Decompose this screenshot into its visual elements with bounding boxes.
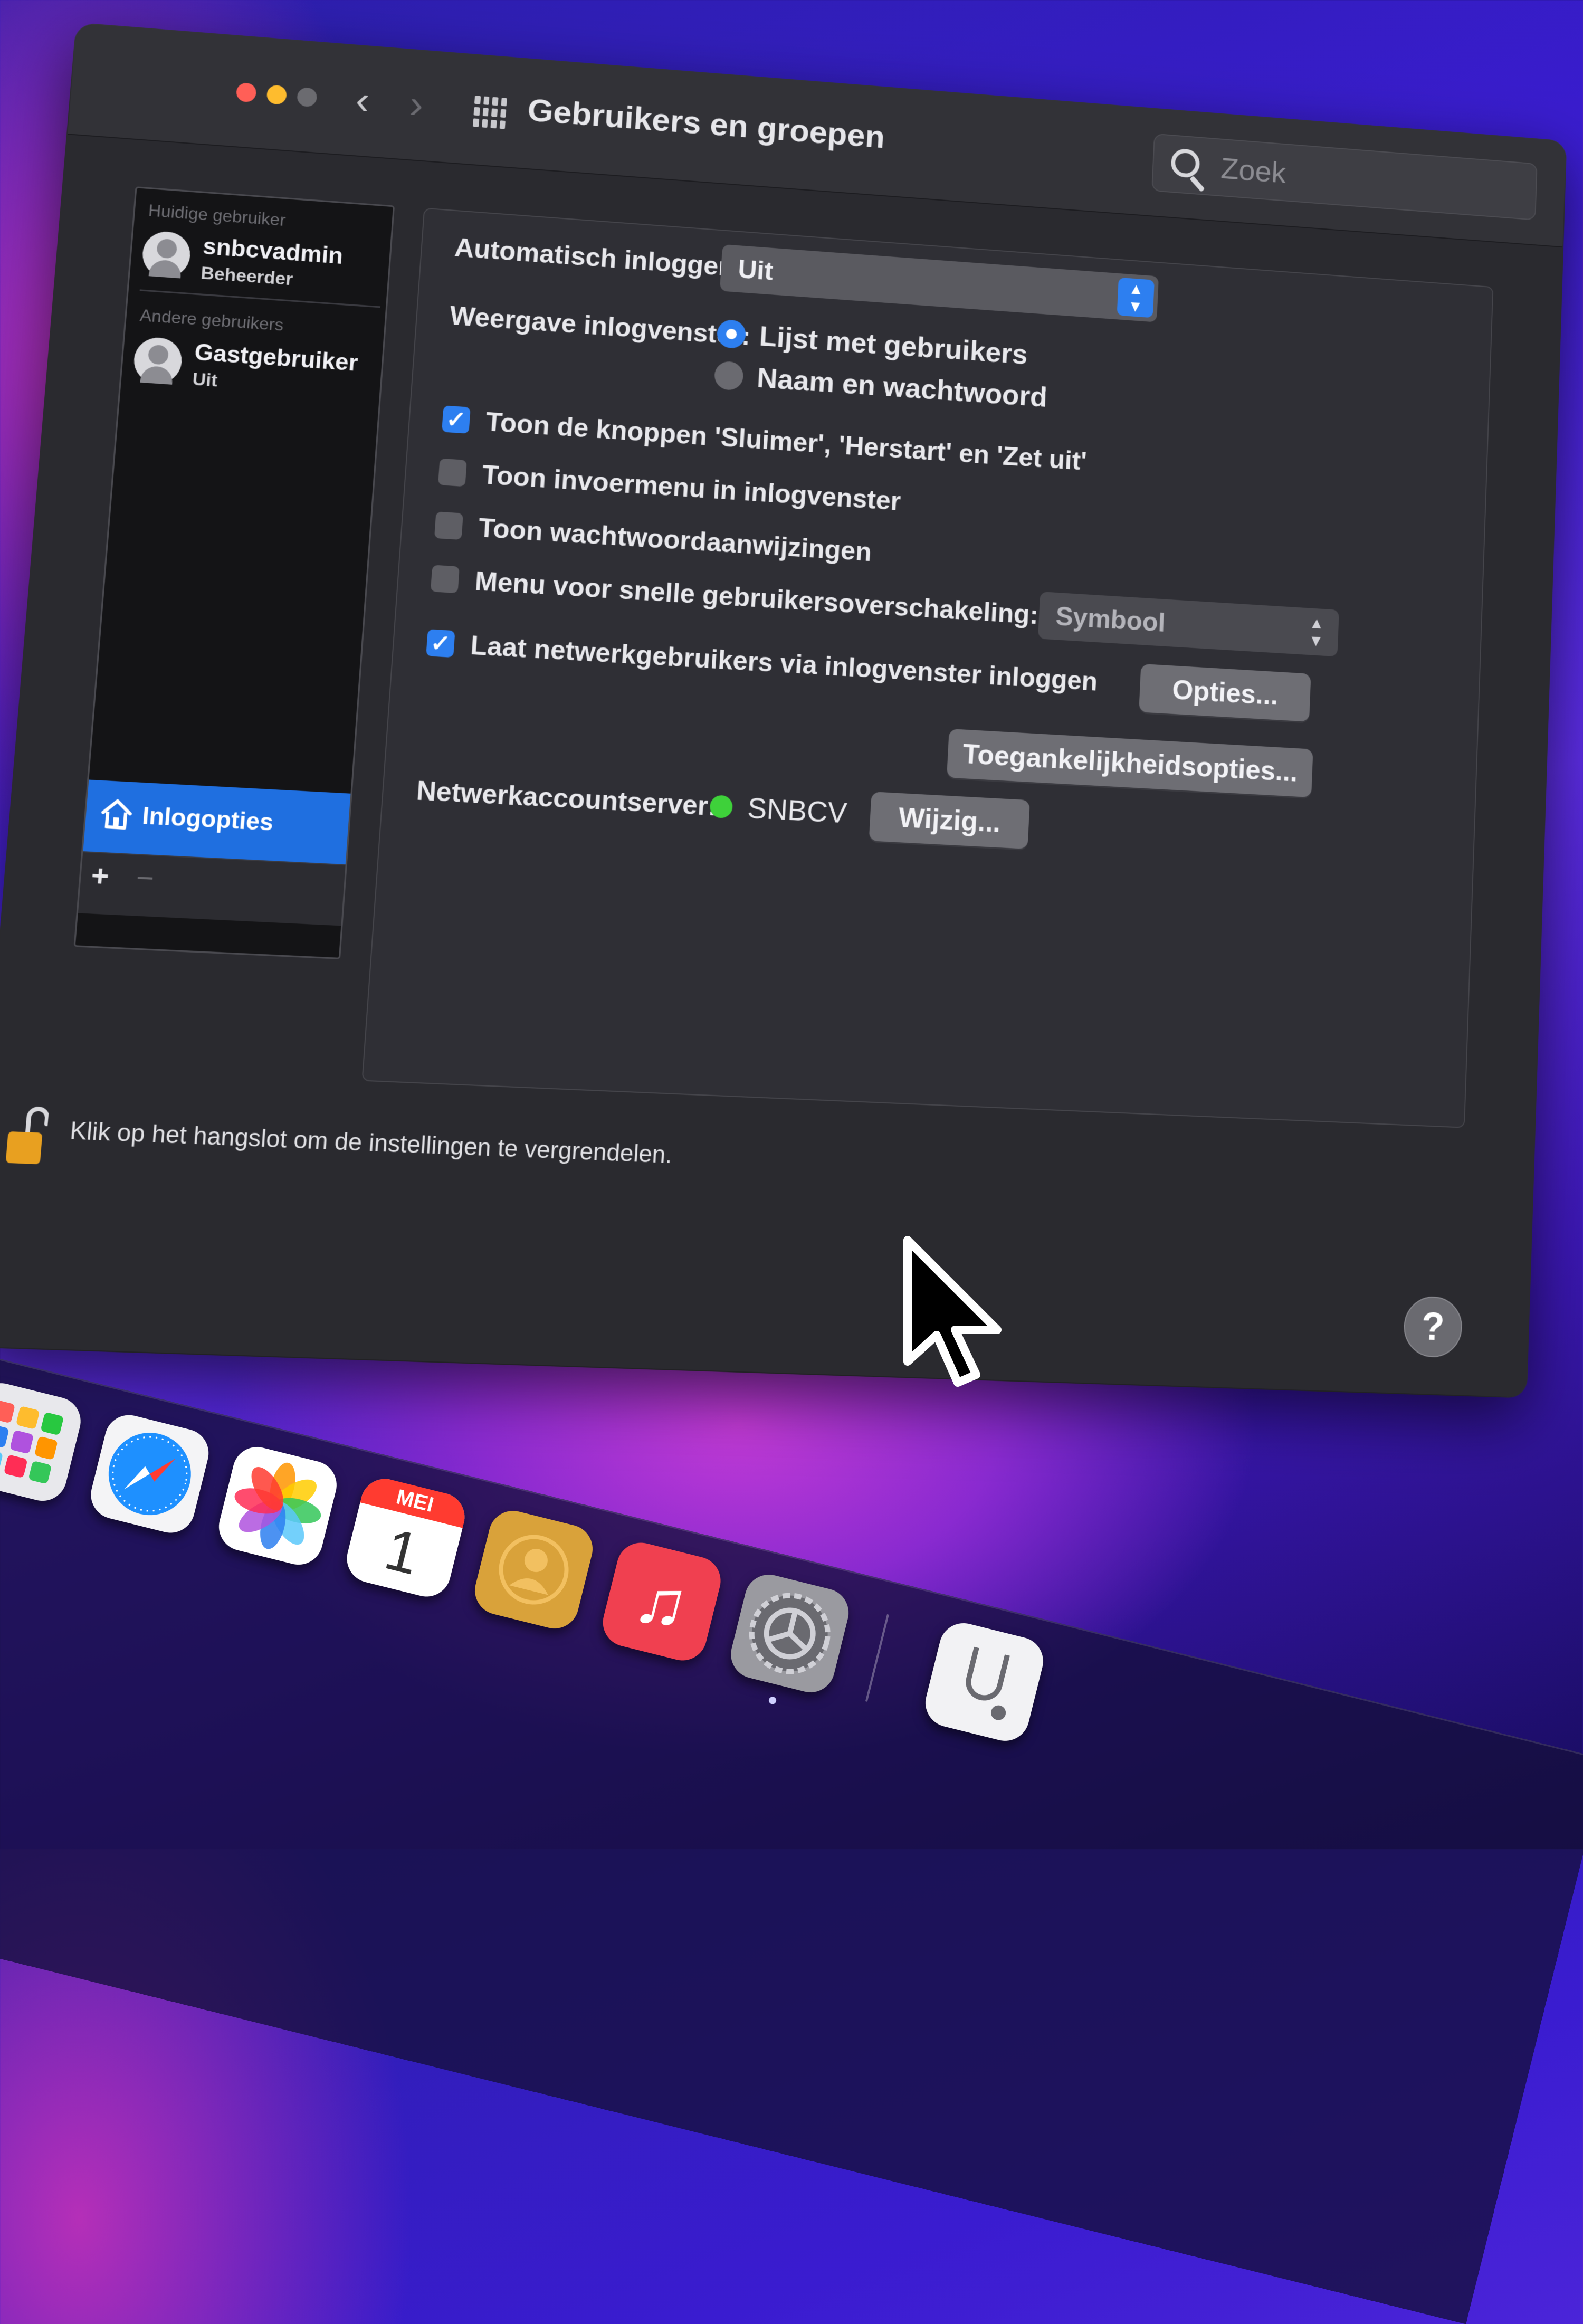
add-user-button[interactable]: +: [90, 859, 110, 894]
lock-hint-text: Klik op het hangslot om de instellingen …: [69, 1117, 673, 1169]
fast-switch-value: Symbool: [1055, 601, 1166, 637]
radio-name-password[interactable]: [713, 360, 745, 391]
checkbox-network-users-login[interactable]: ✓: [426, 629, 455, 658]
show-all-grid-icon[interactable]: [472, 96, 507, 129]
user-status: Uit: [192, 369, 218, 391]
user-name: Gastgebruiker: [193, 339, 359, 376]
music-icon[interactable]: ♫: [597, 1537, 726, 1666]
user-role: Beheerder: [200, 263, 294, 290]
options-button[interactable]: Opties...: [1139, 663, 1311, 722]
settings-icon[interactable]: [726, 1569, 854, 1698]
avatar: [140, 230, 192, 279]
sidebar-item-guest-user[interactable]: Gastgebruiker Uit: [131, 332, 377, 417]
checkbox-show-password-hints[interactable]: [434, 511, 463, 540]
network-server-name: SNBCV: [746, 792, 848, 830]
calendar-icon[interactable]: MEI 1: [341, 1473, 470, 1602]
auto-login-value: Uit: [737, 254, 774, 286]
window-title: Gebruikers en groepen: [526, 92, 886, 156]
auto-login-popup[interactable]: Uit ▲ ▼: [719, 244, 1159, 322]
checkbox-fast-user-switching[interactable]: [430, 565, 460, 594]
close-window-button[interactable]: [235, 82, 257, 103]
running-indicator: [768, 1696, 777, 1705]
padlock-unlocked-icon[interactable]: [4, 1103, 49, 1167]
sidebar-item-login-options[interactable]: Inlogopties: [83, 779, 351, 865]
fast-switch-popup[interactable]: Symbool ▲ ▼: [1037, 591, 1339, 657]
minimize-window-button[interactable]: [266, 84, 288, 105]
safari-icon[interactable]: [85, 1409, 214, 1538]
sidebar-item-label: Inlogopties: [141, 802, 274, 836]
launchpad-icon[interactable]: [0, 1378, 86, 1506]
checkbox-label: Toon invoermenu in inlogvenster: [481, 459, 902, 516]
checkbox-show-input-menu[interactable]: [438, 458, 467, 487]
sidebar-item-current-user[interactable]: snbcvadmin Beheerder: [139, 225, 385, 308]
back-chevron-icon[interactable]: ‹: [354, 78, 371, 123]
dock-separator: [865, 1614, 889, 1702]
login-window-display-label: Weergave inlogvenster:: [449, 300, 751, 351]
utility-icon[interactable]: [920, 1618, 1048, 1746]
users-sidebar: Huidige gebruiker snbcvadmin Beheerder A…: [73, 186, 395, 959]
zoom-window-button[interactable]: [297, 87, 318, 108]
radio-user-list-label: Lijst met gebruikers: [758, 320, 1028, 370]
network-account-server-label: Netwerkaccountserver:: [415, 775, 718, 822]
popup-stepper-icon: ▲ ▼: [1308, 614, 1325, 650]
radio-name-password-label: Naam en wachtwoord: [756, 362, 1048, 413]
checkbox-label: Toon wachtwoordaanwijzingen: [478, 512, 873, 567]
checkbox-label: Laat netwerkgebruikers via inlogvenster …: [469, 630, 1099, 697]
help-button[interactable]: ?: [1403, 1296, 1463, 1358]
dock-apps: MEI 1 ♫: [0, 1353, 1299, 1838]
dock: MEI 1 ♫: [0, 1351, 1583, 2324]
settings-window: ‹ › Gebruikers en groepen Huidige gebrui…: [0, 23, 1566, 1397]
checkbox-show-sleep-restart-shutdown[interactable]: ✓: [442, 405, 471, 434]
other-users-heading: Andere gebruikers: [139, 305, 284, 335]
current-user-heading: Huidige gebruiker: [147, 201, 287, 230]
accessibility-options-button[interactable]: Toegankelijkheidsopties...: [947, 728, 1313, 798]
remove-user-button[interactable]: −: [135, 861, 156, 896]
checkbox-label: Menu voor snelle gebruikersoverschakelin…: [474, 566, 1040, 630]
forward-chevron-icon[interactable]: ›: [408, 82, 425, 127]
photos-icon[interactable]: [214, 1442, 342, 1570]
search-icon: [1170, 148, 1200, 179]
login-options-panel: Automatisch inloggen: Uit ▲ ▼ Weergave in…: [361, 207, 1494, 1128]
change-server-button[interactable]: Wijzig...: [869, 792, 1030, 849]
mouse-pointer-icon: [903, 1236, 1002, 1387]
popup-stepper-icon: ▲ ▼: [1117, 277, 1155, 318]
auto-login-label: Automatisch inloggen:: [453, 232, 745, 283]
contacts-icon[interactable]: [470, 1506, 598, 1634]
house-icon: [100, 797, 134, 832]
avatar: [132, 336, 184, 385]
search-field[interactable]: [1151, 133, 1538, 221]
sidebar-toolbar: + −: [78, 851, 346, 926]
search-input[interactable]: [1219, 149, 1523, 209]
